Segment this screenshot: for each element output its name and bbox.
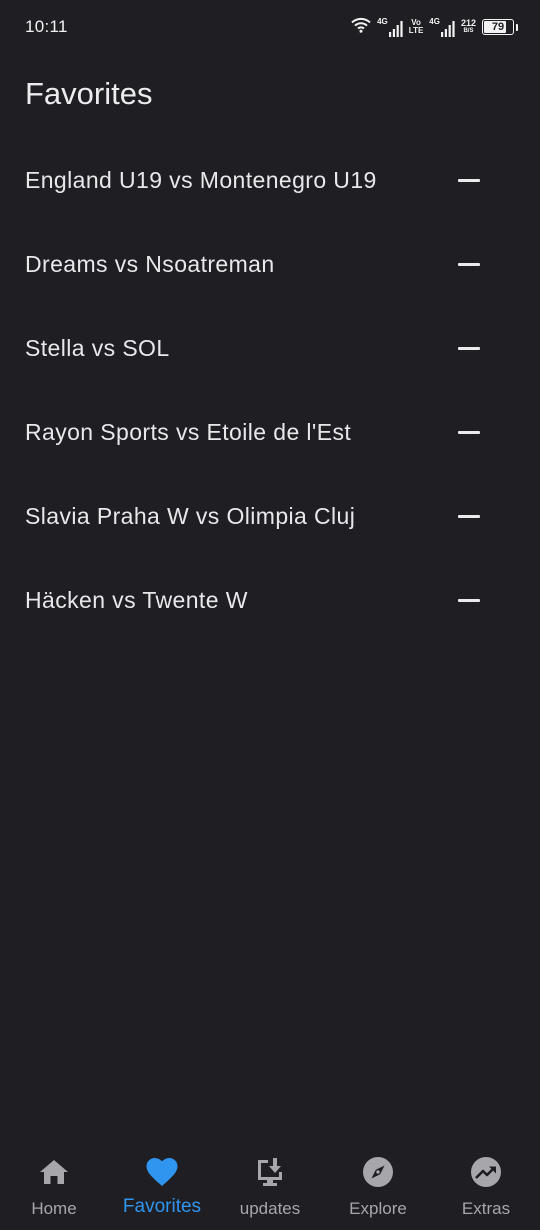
network-type-1: 4G: [377, 17, 388, 26]
nav-item-favorites[interactable]: Favorites: [108, 1140, 216, 1230]
status-bar: 10:11 4G Vo LTE 4G 212 B/S 79: [0, 0, 540, 52]
match-label: Dreams vs Nsoatreman: [25, 250, 275, 277]
signal-bars-icon: [388, 21, 403, 37]
signal-bars-icon: [440, 21, 455, 37]
battery-tip: [516, 23, 518, 31]
wifi-icon: [351, 17, 371, 38]
signal-1: 4G: [377, 17, 403, 37]
nav-label-updates: updates: [239, 1199, 301, 1218]
nav-label-home: Home: [31, 1199, 77, 1218]
bottom-navigation: Home Favorites updates Explore Extras: [0, 1140, 540, 1230]
battery-percent: 79: [491, 21, 505, 33]
remove-favorite-button[interactable]: [456, 419, 482, 445]
network-type-2: 4G: [429, 17, 440, 26]
remove-favorite-button[interactable]: [456, 587, 482, 613]
match-label: Slavia Praha W vs Olimpia Cluj: [25, 502, 356, 529]
remove-favorite-button[interactable]: [456, 335, 482, 361]
list-item[interactable]: Rayon Sports vs Etoile de l'Est: [0, 390, 540, 474]
list-item[interactable]: Häcken vs Twente W: [0, 558, 540, 642]
speed-unit: B/S: [463, 28, 474, 34]
trending-icon: [470, 1156, 502, 1188]
status-time: 10:11: [25, 17, 68, 36]
nav-item-home[interactable]: Home: [0, 1140, 108, 1230]
volte-indicator: Vo LTE: [409, 19, 424, 35]
speed-value: 212: [460, 18, 476, 28]
nav-label-explore: Explore: [349, 1199, 407, 1218]
minus-icon: [458, 598, 480, 602]
remove-favorite-button[interactable]: [456, 167, 482, 193]
nav-item-explore[interactable]: Explore: [324, 1140, 432, 1230]
minus-icon: [458, 514, 480, 518]
battery-icon: 79: [482, 19, 514, 35]
signal-2: 4G: [429, 17, 455, 37]
minus-icon: [458, 262, 480, 266]
match-label: Rayon Sports vs Etoile de l'Est: [25, 418, 352, 445]
nav-label-extras: Extras: [461, 1199, 511, 1218]
list-item[interactable]: Dreams vs Nsoatreman: [0, 222, 540, 306]
list-item[interactable]: England U19 vs Montenegro U19: [0, 138, 540, 222]
page-title: Favorites: [25, 76, 153, 111]
favorites-list: England U19 vs Montenegro U19 Dreams vs …: [0, 138, 540, 642]
nav-item-updates[interactable]: updates: [216, 1140, 324, 1230]
volte-bottom: LTE: [408, 26, 424, 35]
minus-icon: [458, 178, 480, 182]
remove-favorite-button[interactable]: [456, 251, 482, 277]
heart-icon: [146, 1156, 178, 1188]
nav-item-extras[interactable]: Extras: [432, 1140, 540, 1230]
list-item[interactable]: Stella vs SOL: [0, 306, 540, 390]
home-icon: [38, 1156, 70, 1188]
compass-icon: [362, 1156, 394, 1188]
match-label: Stella vs SOL: [25, 334, 170, 361]
nav-label-favorites: Favorites: [122, 1196, 202, 1217]
remove-favorite-button[interactable]: [456, 503, 482, 529]
status-icons: 4G Vo LTE 4G 212 B/S 79: [351, 16, 518, 38]
match-label: Häcken vs Twente W: [25, 586, 248, 613]
network-speed: 212 B/S: [461, 19, 476, 35]
download-icon: [254, 1156, 286, 1188]
minus-icon: [458, 346, 480, 350]
minus-icon: [458, 430, 480, 434]
list-item[interactable]: Slavia Praha W vs Olimpia Cluj: [0, 474, 540, 558]
match-label: England U19 vs Montenegro U19: [25, 166, 377, 193]
